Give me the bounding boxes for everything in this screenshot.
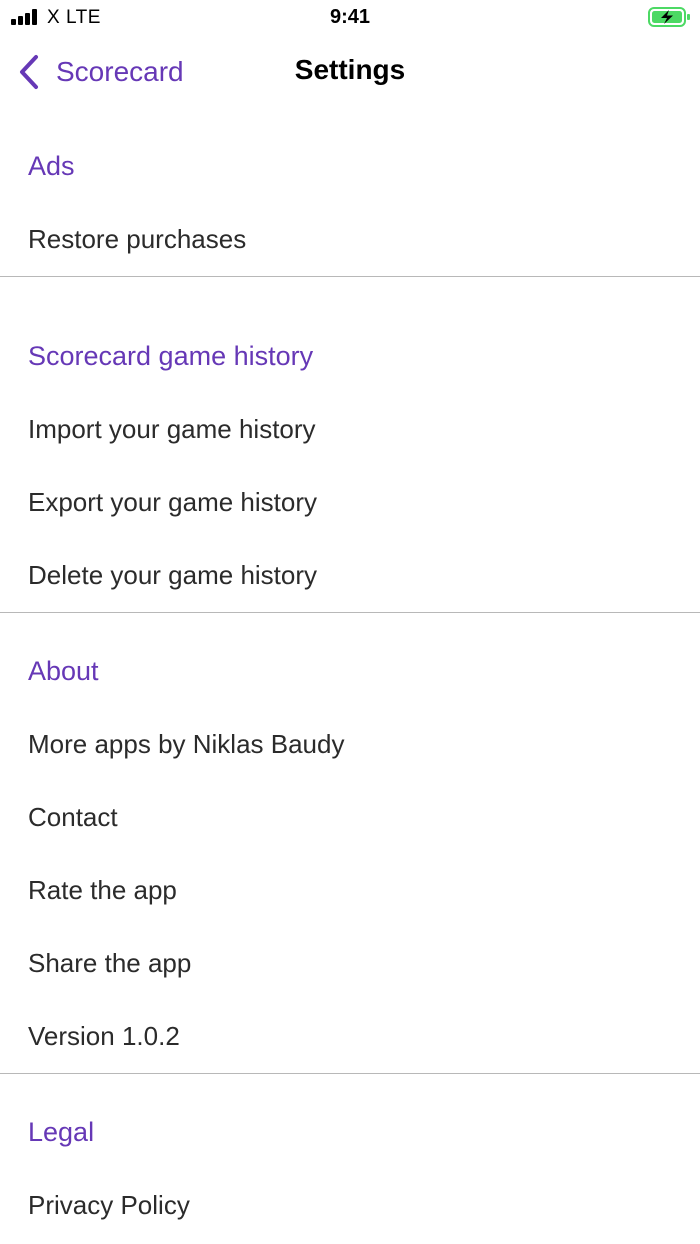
contact-row[interactable]: Contact [0,781,700,854]
section-header-legal: Legal [28,1117,95,1147]
restore-purchases-row[interactable]: Restore purchases [0,203,700,276]
privacy-policy-row[interactable]: Privacy Policy [0,1169,700,1242]
settings-list: Ads Restore purchases Scorecard game his… [0,130,700,1242]
import-game-history-row[interactable]: Import your game history [0,393,700,466]
more-apps-row[interactable]: More apps by Niklas Baudy [0,708,700,781]
section-header-game-history: Scorecard game history [28,341,314,371]
section-header-ads: Ads [28,151,75,181]
delete-game-history-row[interactable]: Delete your game history [0,539,700,612]
section-header-about: About [28,656,99,686]
share-app-row[interactable]: Share the app [0,927,700,1000]
status-bar: X LTE 9:41 [0,0,700,36]
page-title: Settings [294,54,406,85]
battery-charging-icon [648,6,692,28]
version-row: Version 1.0.2 [28,1021,180,1051]
rate-app-row[interactable]: Rate the app [0,854,700,927]
status-time: 9:41 [329,6,371,28]
navigation-bar: Scorecard Settings [0,40,700,104]
export-game-history-row[interactable]: Export your game history [0,466,700,539]
